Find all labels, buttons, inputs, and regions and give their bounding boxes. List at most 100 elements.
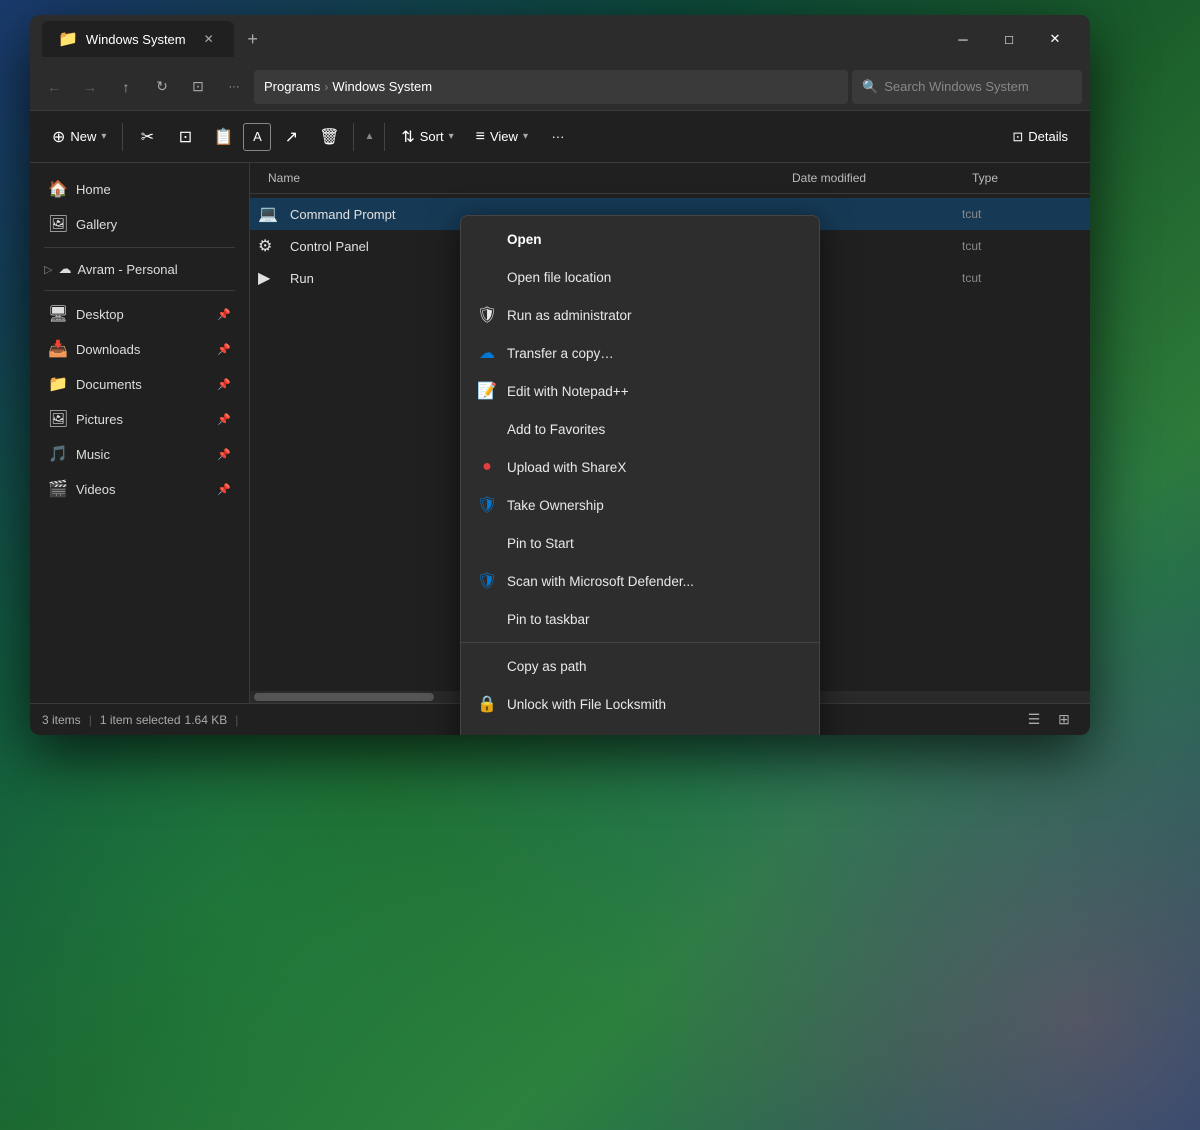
sidebar-divider-1: [44, 247, 235, 248]
delete-button[interactable]: 🗑: [311, 119, 347, 155]
ctx-open-location[interactable]: Open file location: [461, 258, 819, 296]
sidebar-item-home[interactable]: 🏠 Home: [34, 172, 245, 206]
breadcrumb-windows-system[interactable]: Windows System: [332, 79, 432, 94]
copy-button[interactable]: ⊡: [167, 119, 203, 155]
location-button[interactable]: ⊡: [182, 71, 214, 103]
file-type-command-prompt: tcut: [962, 207, 1082, 221]
view-icon: ≡: [476, 128, 485, 146]
window-tab[interactable]: 📁 Windows System ✕: [42, 21, 234, 57]
command-prompt-icon: 💻: [258, 204, 282, 224]
new-button[interactable]: ⊕ New ▾: [42, 121, 116, 153]
close-button[interactable]: ✕: [1032, 23, 1078, 55]
ctx-scan-defender[interactable]: 🛡 Scan with Microsoft Defender...: [461, 562, 819, 600]
list-view-button[interactable]: ☰: [1020, 709, 1048, 731]
ctx-pin-start-label: Pin to Start: [507, 536, 574, 551]
view-button[interactable]: ≡ View ▾: [466, 122, 538, 152]
sidebar-expander-avram[interactable]: ▷ ☁ Avram - Personal: [30, 254, 249, 284]
expander-chevron-icon: ▷: [44, 263, 52, 276]
column-type[interactable]: Type: [962, 163, 1082, 193]
search-box[interactable]: 🔍 Search Windows System: [852, 70, 1082, 104]
pin-icon-downloads: 📌: [217, 343, 231, 356]
share-button[interactable]: ↗: [273, 119, 309, 155]
column-date[interactable]: Date modified: [782, 163, 962, 193]
up-button[interactable]: ↑: [110, 71, 142, 103]
ctx-transfer-copy-icon: ☁: [477, 343, 497, 363]
sort-chevron-icon: ▾: [449, 131, 454, 142]
cloud-icon: ☁: [58, 261, 71, 277]
pictures-icon: 🖼: [48, 409, 68, 429]
toolbar-divider-2: [353, 123, 354, 151]
context-menu: Open Open file location 🛡 Run as adminis…: [460, 215, 820, 735]
search-placeholder: Search Windows System: [884, 79, 1029, 94]
pin-icon-videos: 📌: [217, 483, 231, 496]
ctx-open-location-icon: [477, 267, 497, 287]
downloads-icon: 📥: [48, 339, 68, 359]
sidebar-item-gallery[interactable]: 🖼 Gallery: [34, 207, 245, 241]
sidebar-label-gallery: Gallery: [76, 217, 117, 232]
column-name[interactable]: Name: [258, 163, 782, 193]
ctx-share-label: Share: [507, 735, 543, 736]
new-label: New: [70, 129, 96, 144]
details-label: Details: [1028, 129, 1068, 144]
tab-folder-icon: 📁: [58, 29, 78, 49]
sidebar-label-music: Music: [76, 447, 110, 462]
ctx-copy-path-icon: [477, 656, 497, 676]
status-sep-2: |: [235, 713, 238, 727]
details-button[interactable]: ⊡ Details: [1002, 123, 1078, 151]
ctx-share[interactable]: ↗ Share: [461, 723, 819, 735]
sidebar-label-home: Home: [76, 182, 111, 197]
breadcrumb-separator: ›: [324, 80, 328, 94]
item-count: 3 items: [42, 713, 81, 727]
sidebar-item-desktop[interactable]: 🖥 Desktop 📌: [34, 297, 245, 331]
videos-icon: 🎬: [48, 479, 68, 499]
breadcrumb-programs[interactable]: Programs: [264, 79, 320, 94]
cut-button[interactable]: ✂: [129, 119, 165, 155]
sort-button[interactable]: ⇅ Sort ▾: [391, 121, 463, 153]
sidebar-item-downloads[interactable]: 📥 Downloads 📌: [34, 332, 245, 366]
address-bar: ← → ↑ ↻ ⊡ ··· Programs › Windows System …: [30, 63, 1090, 111]
ctx-pin-start-icon: [477, 533, 497, 553]
ctx-edit-notepad[interactable]: 📝 Edit with Notepad++: [461, 372, 819, 410]
ctx-edit-notepad-label: Edit with Notepad++: [507, 384, 629, 399]
ctx-upload-sharex[interactable]: ● Upload with ShareX: [461, 448, 819, 486]
grid-view-button[interactable]: ⊞: [1050, 709, 1078, 731]
ctx-take-ownership-label: Take Ownership: [507, 498, 604, 513]
paste-button[interactable]: 📋: [205, 119, 241, 155]
ctx-pin-start[interactable]: Pin to Start: [461, 524, 819, 562]
sidebar-item-pictures[interactable]: 🖼 Pictures 📌: [34, 402, 245, 436]
scrollbar-thumb[interactable]: [254, 693, 434, 701]
ctx-copy-path[interactable]: Copy as path: [461, 647, 819, 685]
documents-icon: 📁: [48, 374, 68, 394]
refresh-button[interactable]: ↻: [146, 71, 178, 103]
new-tab-button[interactable]: +: [238, 24, 268, 54]
ctx-scan-defender-icon: 🛡: [477, 571, 497, 591]
ctx-pin-taskbar[interactable]: Pin to taskbar: [461, 600, 819, 638]
ctx-add-favorites[interactable]: Add to Favorites: [461, 410, 819, 448]
maximize-button[interactable]: □: [986, 23, 1032, 55]
back-button[interactable]: ←: [38, 71, 70, 103]
forward-button[interactable]: →: [74, 71, 106, 103]
ctx-open-label: Open: [507, 232, 542, 247]
sidebar-item-videos[interactable]: 🎬 Videos 📌: [34, 472, 245, 506]
ctx-divider-1: [461, 642, 819, 643]
ctx-share-icon: ↗: [477, 732, 497, 735]
tab-close-button[interactable]: ✕: [200, 30, 218, 48]
ctx-open[interactable]: Open: [461, 220, 819, 258]
ctx-transfer-copy[interactable]: ☁ Transfer a copy…: [461, 334, 819, 372]
sidebar-label-desktop: Desktop: [76, 307, 124, 322]
ctx-unlock-locksmith[interactable]: 🔒 Unlock with File Locksmith: [461, 685, 819, 723]
sidebar-item-music[interactable]: 🎵 Music 📌: [34, 437, 245, 471]
minimize-button[interactable]: ─: [940, 23, 986, 55]
more-nav-button[interactable]: ···: [218, 71, 250, 103]
more-button[interactable]: ···: [540, 119, 576, 155]
breadcrumb[interactable]: Programs › Windows System: [254, 70, 848, 104]
file-list-header: Name Date modified Type: [250, 163, 1090, 194]
pin-icon-pictures: 📌: [217, 413, 231, 426]
rename-button[interactable]: A: [243, 123, 271, 151]
file-type-run: tcut: [962, 271, 1082, 285]
sort-icon: ⇅: [401, 127, 414, 147]
sidebar-label-avram: Avram - Personal: [77, 262, 177, 277]
ctx-run-as-admin[interactable]: 🛡 Run as administrator: [461, 296, 819, 334]
sidebar-item-documents[interactable]: 📁 Documents 📌: [34, 367, 245, 401]
ctx-take-ownership[interactable]: 🛡 Take Ownership: [461, 486, 819, 524]
